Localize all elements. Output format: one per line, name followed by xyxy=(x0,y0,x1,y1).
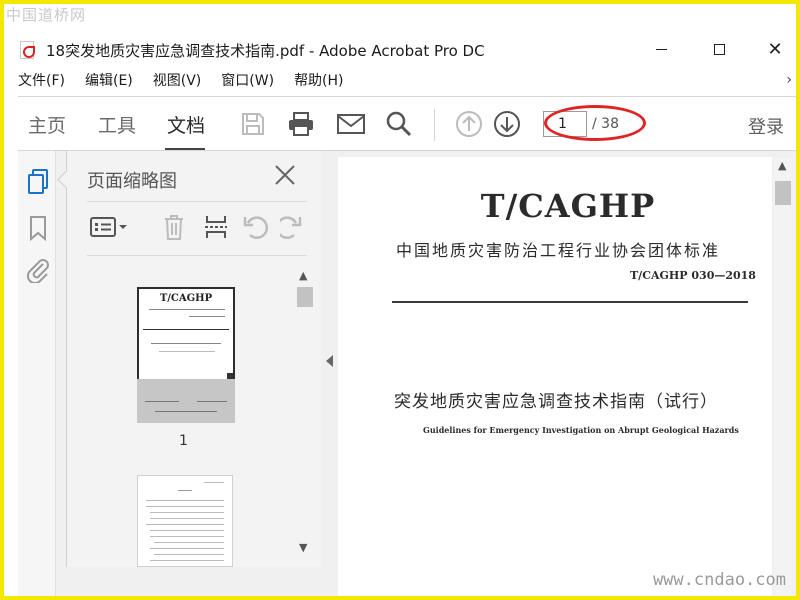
toolbar: 主页 工具 文档 1 / 38 登录 xyxy=(18,96,796,151)
document-title: 突发地质灾害应急调查技术指南（试行） xyxy=(394,392,718,412)
email-icon[interactable] xyxy=(336,109,366,139)
thumbnail-text-line xyxy=(146,506,224,507)
page-down-icon[interactable] xyxy=(492,109,522,139)
close-icon xyxy=(275,165,295,185)
page-up-icon[interactable] xyxy=(454,109,484,139)
scroll-up-icon[interactable]: ▲ xyxy=(778,159,786,172)
thumbnail-text-line xyxy=(154,554,224,555)
delete-page-icon[interactable] xyxy=(159,211,189,243)
menu-edit[interactable]: 编辑(E) xyxy=(85,70,133,90)
maximize-button[interactable] xyxy=(696,32,742,66)
tab-document[interactable]: 文档 xyxy=(167,111,205,138)
search-icon[interactable] xyxy=(384,109,414,139)
document-standard-number: T/CAGHP 030—2018 xyxy=(630,269,756,282)
document-header: T/CAGHP xyxy=(480,187,656,225)
screenshot-frame: 中国道桥网 18突发地质灾害应急调查技术指南.pdf - Adobe Acrob… xyxy=(4,4,796,596)
thumbnail-text-line xyxy=(150,536,224,537)
thumbnail-text-line xyxy=(154,542,224,543)
thumbnail-text-line xyxy=(155,411,217,412)
thumbnail-page-label: 1 xyxy=(179,433,188,449)
thumbnail-text-line xyxy=(189,316,225,317)
scrollbar-thumb[interactable] xyxy=(297,287,313,307)
title-bar: 18突发地质灾害应急调查技术指南.pdf - Adobe Acrobat Pro… xyxy=(4,32,796,66)
thumbnail-text-line xyxy=(151,343,221,344)
document-english-title: Guidelines for Emergency Investigation o… xyxy=(423,425,739,435)
thumbnail-scrollbar[interactable]: ▲ ▼ xyxy=(296,267,314,567)
document-rule xyxy=(392,301,748,303)
close-window-button[interactable]: ✕ xyxy=(752,32,796,66)
menu-help[interactable]: 帮助(H) xyxy=(294,70,343,90)
thumbnail-text-line xyxy=(145,401,179,402)
pdf-file-icon xyxy=(20,41,35,59)
document-page[interactable]: T/CAGHP 中国地质灾害防治工程行业协会团体标准 T/CAGHP 030—2… xyxy=(338,157,772,596)
thumbnail-text-line xyxy=(150,512,224,513)
attachment-icon[interactable] xyxy=(25,257,51,283)
panel-divider xyxy=(87,201,307,202)
thumbnail-text-line xyxy=(178,490,192,491)
toolbar-separator xyxy=(434,109,435,141)
thumbnail-text-line xyxy=(146,524,224,525)
thumbnail-text-line xyxy=(159,351,215,352)
thumbnail-text-line xyxy=(197,401,227,402)
minimize-button[interactable] xyxy=(638,32,684,66)
watermark-top: 中国道桥网 xyxy=(4,4,124,26)
insert-page-icon[interactable] xyxy=(201,211,231,243)
tab-home[interactable]: 主页 xyxy=(28,111,66,138)
page-thumbnails-icon[interactable] xyxy=(25,169,51,195)
thumbnail-text-line xyxy=(150,560,224,561)
thumbnail-text-line xyxy=(150,518,224,519)
menu-view[interactable]: 视图(V) xyxy=(153,70,202,90)
menu-window[interactable]: 窗口(W) xyxy=(221,70,274,90)
thumbnail-text-line xyxy=(204,482,224,483)
minimize-icon xyxy=(655,48,667,50)
page-thumbnails-panel: 页面缩略图 T/CAGHP 1 ▲ ▼ xyxy=(66,151,321,567)
panel-divider xyxy=(87,255,307,256)
menu-overflow-icon[interactable]: › xyxy=(786,72,792,88)
scroll-up-icon[interactable]: ▲ xyxy=(299,269,307,282)
document-scrollbar[interactable]: ▲ xyxy=(774,157,792,596)
menu-bar: 文件(F) 编辑(E) 视图(V) 窗口(W) 帮助(H) › xyxy=(4,66,796,94)
thumbnail-text-line xyxy=(149,309,225,310)
save-icon[interactable] xyxy=(238,109,268,139)
collapse-panel-icon[interactable] xyxy=(326,355,333,367)
scroll-down-icon[interactable]: ▼ xyxy=(299,541,307,554)
menu-file[interactable]: 文件(F) xyxy=(18,70,65,90)
maximize-icon xyxy=(713,43,725,55)
watermark-bottom: www.cndao.com xyxy=(652,570,786,590)
navigation-rail xyxy=(18,151,56,596)
bookmark-icon[interactable] xyxy=(25,215,51,241)
redo-icon[interactable] xyxy=(279,211,303,243)
undo-icon[interactable] xyxy=(241,211,271,243)
panel-title: 页面缩略图 xyxy=(87,171,177,192)
thumbnail-header: T/CAGHP xyxy=(159,293,213,304)
page-thumbnail-2[interactable] xyxy=(137,475,233,567)
work-area: 页面缩略图 T/CAGHP 1 ▲ ▼ T/CAGHP 中国地质灾害防治工程行业… xyxy=(18,150,796,596)
scrollbar-thumb[interactable] xyxy=(775,181,791,205)
thumbnail-text-line xyxy=(146,500,224,501)
login-link[interactable]: 登录 xyxy=(748,113,784,139)
document-organization: 中国地质灾害防治工程行业协会团体标准 xyxy=(396,241,721,260)
thumbnail-text-line xyxy=(150,530,224,531)
thumbnail-text-line xyxy=(150,548,224,549)
annotation-highlight-ellipse xyxy=(544,105,646,141)
thumbnail-options-icon[interactable] xyxy=(89,211,129,243)
print-icon[interactable] xyxy=(286,109,316,139)
page-thumbnail-1-footer xyxy=(137,379,235,423)
window-title: 18突发地质灾害应急调查技术指南.pdf - Adobe Acrobat Pro… xyxy=(46,42,485,60)
tab-tools[interactable]: 工具 xyxy=(98,111,136,138)
panel-close-button[interactable] xyxy=(273,163,299,189)
thumbnail-resize-handle[interactable] xyxy=(227,373,233,379)
thumbnail-rule xyxy=(143,329,229,330)
